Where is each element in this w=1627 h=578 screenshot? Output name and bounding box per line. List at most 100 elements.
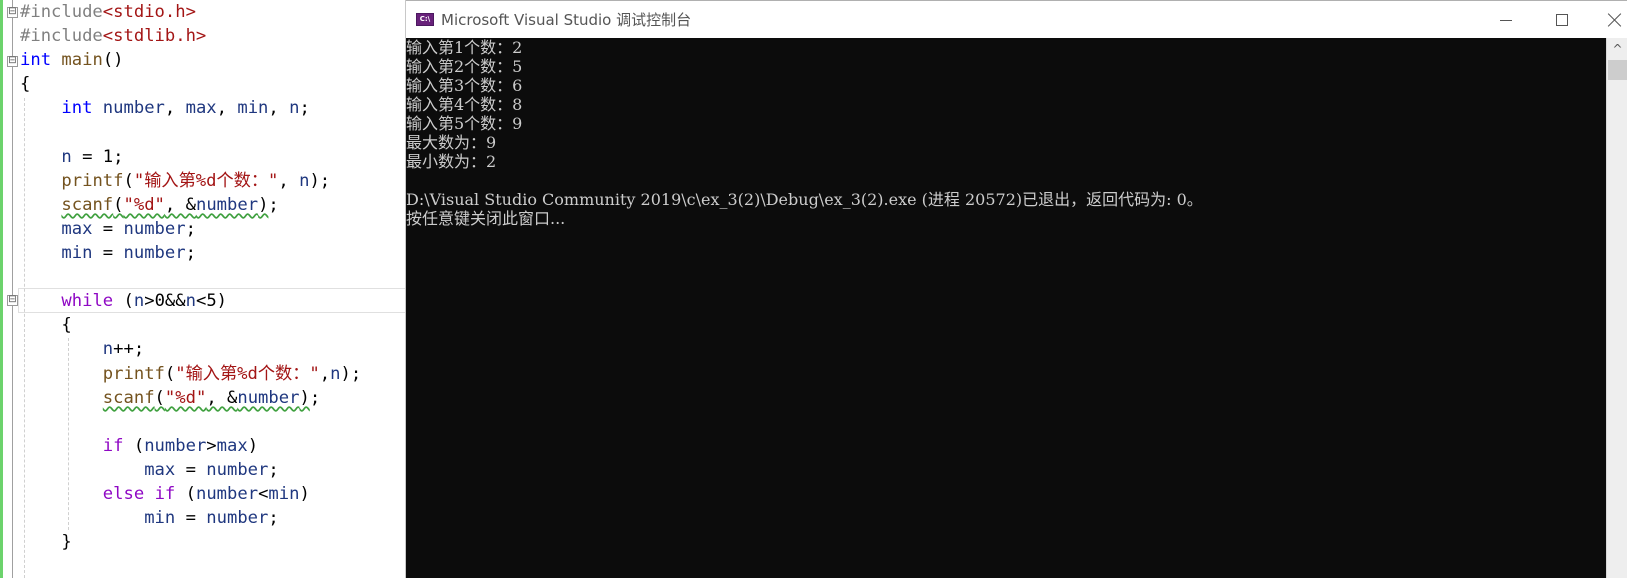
close-icon xyxy=(1608,13,1622,27)
code-token: number xyxy=(195,194,259,215)
code-token: max xyxy=(216,435,248,456)
title-bar[interactable]: C:\ Microsoft Visual Studio 调试控制台 xyxy=(406,0,1627,38)
code-token: () xyxy=(102,50,124,71)
code-token: n xyxy=(61,146,72,167)
code-line[interactable]: while (n>0&&n<5) xyxy=(20,289,227,314)
code-line[interactable]: #include<stdio.h> xyxy=(20,0,196,25)
code-token: min xyxy=(61,243,93,263)
code-line[interactable]: max = number; xyxy=(20,458,279,483)
code-token: ; xyxy=(268,508,279,529)
console-line: 输入第1个数：2 xyxy=(406,38,523,57)
code-line[interactable]: printf("输入第%d个数：",n); xyxy=(20,362,361,387)
code-line[interactable]: int number, max, min, n; xyxy=(20,96,310,121)
code-token: ); xyxy=(309,170,331,191)
code-token: number xyxy=(206,508,269,529)
code-token: #include xyxy=(20,26,103,47)
code-token: { xyxy=(20,315,72,336)
code-line[interactable]: scanf("%d", &number); xyxy=(20,193,278,218)
code-token: ) xyxy=(299,484,310,504)
code-token: ); xyxy=(340,363,362,384)
code-token: "输入第%d个数：" xyxy=(175,363,320,384)
console-line: 输入第2个数：5 xyxy=(406,57,523,76)
console-line: D:\Visual Studio Community 2019\c\ex_3(2… xyxy=(406,190,1203,209)
code-line[interactable]: scanf("%d", &number); xyxy=(20,386,320,411)
code-token: ( xyxy=(113,291,134,312)
code-line[interactable]: { xyxy=(20,72,30,97)
code-token: number xyxy=(123,218,186,239)
code-line[interactable]: int main() xyxy=(20,48,124,73)
debug-console-window[interactable]: C:\ Microsoft Visual Studio 调试控制台 输入第1个数… xyxy=(405,0,1627,578)
fold-toggle-icon[interactable]: ⊟ xyxy=(7,7,18,18)
maximize-icon xyxy=(1556,14,1568,26)
code-token: "%d" xyxy=(164,387,207,408)
code-line[interactable]: n++; xyxy=(20,337,144,362)
code-token: if xyxy=(102,435,124,456)
code-token: "输入第%d个数：" xyxy=(133,170,279,191)
console-output[interactable]: 输入第1个数：2 输入第2个数：5 输入第3个数：6 输入第4个数：8 输入第5… xyxy=(406,38,1606,578)
code-token: ( xyxy=(123,435,145,456)
code-token: < xyxy=(258,484,269,504)
code-token: printf xyxy=(61,170,124,191)
maximize-button[interactable] xyxy=(1539,1,1585,39)
vs-console-icon: C:\ xyxy=(416,13,434,26)
code-line[interactable]: printf("输入第%d个数：", n); xyxy=(20,169,330,194)
code-token: else xyxy=(102,484,145,504)
code-token: = 1; xyxy=(71,146,124,167)
close-button[interactable] xyxy=(1592,1,1627,39)
code-token: number xyxy=(206,459,269,480)
code-line[interactable]: n = 1; xyxy=(20,145,124,170)
code-token: n xyxy=(185,291,196,312)
code-token: n xyxy=(102,339,114,360)
code-token: min xyxy=(237,98,269,119)
code-line[interactable]: else if (number<min) xyxy=(20,482,310,507)
scroll-up-icon[interactable]: ^ xyxy=(1607,38,1627,59)
code-token: n xyxy=(133,291,145,312)
console-line: 最小数为：2 xyxy=(406,152,497,171)
code-editor[interactable]: ⊟ ⊟ ⊟ #include<stdio.h> #include<stdlib.h… xyxy=(0,0,405,578)
code-line[interactable]: #include<stdlib.h> xyxy=(20,24,206,49)
code-token: ( xyxy=(164,363,176,384)
fold-toggle-icon[interactable]: ⊟ xyxy=(7,56,18,67)
code-line[interactable]: min = number; xyxy=(20,506,279,531)
code-token: >0&& xyxy=(144,291,186,312)
code-token: number xyxy=(195,484,259,504)
minimize-button[interactable] xyxy=(1483,1,1529,39)
scroll-thumb[interactable] xyxy=(1608,60,1627,80)
code-token: main xyxy=(61,50,103,71)
code-token: #include xyxy=(20,2,103,22)
code-token: <5) xyxy=(195,291,228,312)
window-title: Microsoft Visual Studio 调试控制台 xyxy=(441,11,692,29)
code-token: "%d" xyxy=(123,194,165,215)
code-token: ; xyxy=(309,387,321,408)
code-token: { xyxy=(20,74,31,95)
code-token: ( xyxy=(175,484,196,504)
code-line[interactable]: max = number; xyxy=(20,217,196,242)
code-token: ) xyxy=(258,194,269,215)
code-line[interactable]: if (number>max) xyxy=(20,434,258,459)
code-line[interactable]: } xyxy=(20,530,71,555)
code-token: = xyxy=(175,508,207,529)
code-line[interactable]: min = number; xyxy=(20,241,196,266)
code-token: ; xyxy=(268,459,279,480)
code-line[interactable]: { xyxy=(20,313,72,338)
code-token: scanf xyxy=(102,387,155,408)
code-token: ; xyxy=(299,98,310,119)
code-token: n xyxy=(299,170,310,191)
vertical-scrollbar[interactable]: ^ xyxy=(1606,38,1627,578)
console-line: 输入第4个数：8 xyxy=(406,95,523,114)
fold-toggle-icon[interactable]: ⊟ xyxy=(7,295,18,306)
code-token: = xyxy=(92,218,124,239)
code-token: min xyxy=(144,508,176,529)
